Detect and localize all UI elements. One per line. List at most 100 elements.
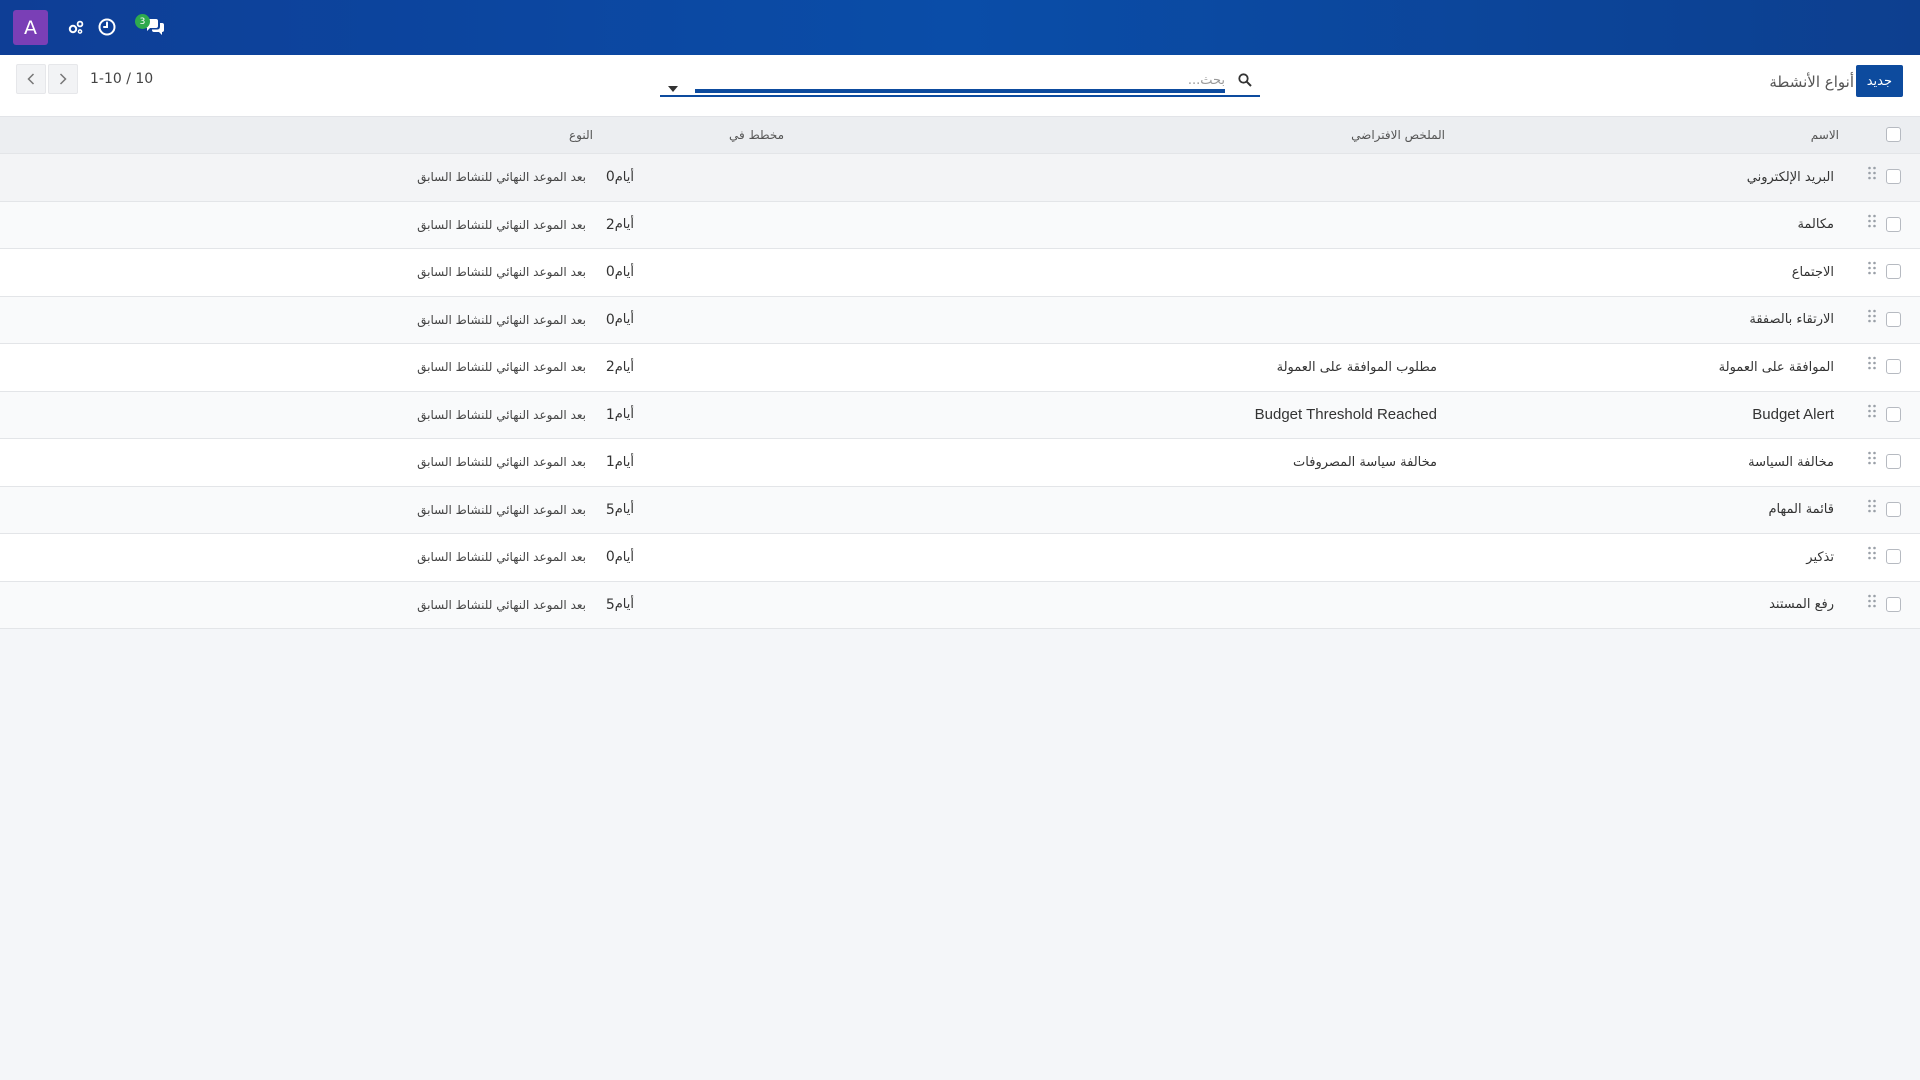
row-planned: 2 أيام <box>606 202 638 249</box>
clock-icon[interactable] <box>96 16 118 38</box>
messages-badge: 3 <box>135 14 150 29</box>
drag-handle-icon[interactable] <box>1868 308 1876 327</box>
row-name: الارتقاء بالصفقة <box>1749 312 1834 328</box>
row-planned: 5 أيام <box>606 487 638 534</box>
search-icon[interactable] <box>1238 72 1252 91</box>
row-type: بعد الموعد النهائي للنشاط السابق <box>417 360 586 375</box>
row-days-unit: أيام <box>614 312 634 328</box>
new-button[interactable]: جديد <box>1855 65 1903 97</box>
row-days-value: 0 <box>605 549 615 566</box>
row-name: تذكير <box>1806 549 1834 565</box>
pager-previous-button[interactable] <box>16 64 46 94</box>
drag-handle-icon[interactable] <box>1868 213 1876 232</box>
row-days-unit: أيام <box>614 454 634 470</box>
settings-icon[interactable] <box>65 16 87 38</box>
row-name: البريد الإلكتروني <box>1746 169 1834 185</box>
row-days-value: 0 <box>605 264 615 281</box>
table-row[interactable]: Budget Alert Budget Threshold Reached 1 أيا… <box>0 391 1920 439</box>
row-type: بعد الموعد النهائي للنشاط السابق <box>417 265 586 280</box>
row-name: Budget Alert <box>1752 406 1834 424</box>
row-days-value: 0 <box>605 311 615 328</box>
row-type: بعد الموعد النهائي للنشاط السابق <box>417 170 586 185</box>
chevron-left-icon <box>27 70 35 89</box>
row-type: بعد الموعد النهائي للنشاط السابق <box>417 312 586 327</box>
row-days-unit: أيام <box>614 549 634 565</box>
row-days-unit: أيام <box>614 597 634 613</box>
row-checkbox[interactable] <box>1886 216 1901 232</box>
row-checkbox[interactable] <box>1886 311 1901 327</box>
drag-handle-icon[interactable] <box>1868 165 1876 184</box>
table-row[interactable]: قائمة المهام 5 أيام بعد الموعد النهائي للنش… <box>0 486 1920 534</box>
row-days-unit: أيام <box>614 407 634 423</box>
row-days-value: 1 <box>605 406 615 423</box>
select-all-checkbox[interactable] <box>1886 127 1901 142</box>
table-row[interactable]: مكالمة 2 أيام بعد الموعد النهائي للنشاط الس… <box>0 201 1920 249</box>
row-planned: 2 أيام <box>606 344 638 391</box>
table-row[interactable]: رفع المستند 5 أيام بعد الموعد النهائي للنشا… <box>0 581 1920 629</box>
drag-handle-icon[interactable] <box>1868 260 1876 279</box>
table-header-row: الاسم الملخص الافتراضي مخطط في النوع <box>0 117 1920 154</box>
row-planned: 0 أيام <box>606 534 638 581</box>
row-type: بعد الموعد النهائي للنشاط السابق <box>417 597 586 612</box>
table-row[interactable]: مخالفة السياسة مخالفة سياسة المصروفات 1 أيا… <box>0 439 1920 487</box>
row-checkbox[interactable] <box>1886 454 1901 470</box>
row-checkbox[interactable] <box>1886 549 1901 565</box>
row-days-value: 2 <box>605 216 615 233</box>
row-planned: 0 أيام <box>606 297 638 344</box>
row-planned: 0 أيام <box>606 249 638 296</box>
row-name: الموافقة على العمولة <box>1718 359 1834 375</box>
row-planned: 1 أيام <box>606 439 638 486</box>
row-days-value: 0 <box>605 169 615 186</box>
search-dropdown-toggle[interactable] <box>668 77 678 96</box>
row-checkbox[interactable] <box>1886 596 1901 612</box>
row-name: مكالمة <box>1797 217 1834 233</box>
row-checkbox[interactable] <box>1886 406 1901 422</box>
row-checkbox[interactable] <box>1886 359 1901 375</box>
control-panel: جديد أنواع الأنشطة 1-10 / 10 <box>0 55 1920 117</box>
row-planned: 5 أيام <box>606 582 638 629</box>
row-checkbox[interactable] <box>1886 501 1901 517</box>
row-days-unit: أيام <box>614 169 634 185</box>
table-row[interactable]: الاجتماع 0 أيام بعد الموعد النهائي للنشاط ا… <box>0 249 1920 297</box>
row-summary: مطلوب الموافقة على العمولة <box>1276 359 1437 375</box>
table-row[interactable]: الارتقاء بالصفقة 0 أيام بعد الموعد النهائي … <box>0 296 1920 344</box>
row-checkbox[interactable] <box>1886 264 1901 280</box>
table-row[interactable]: تذكير 0 أيام بعد الموعد النهائي للنشاط السا… <box>0 534 1920 582</box>
row-type: بعد الموعد النهائي للنشاط السابق <box>417 217 586 232</box>
table-row[interactable]: البريد الإلكتروني 0 أيام بعد الموعد النهائي… <box>0 154 1920 202</box>
row-name: مخالفة السياسة <box>1748 454 1834 470</box>
row-days-value: 5 <box>605 596 615 613</box>
row-days-value: 2 <box>605 359 615 376</box>
drag-handle-icon[interactable] <box>1868 403 1876 422</box>
row-days-value: 5 <box>605 501 615 518</box>
row-checkbox[interactable] <box>1886 169 1901 185</box>
drag-handle-icon[interactable] <box>1868 355 1876 374</box>
column-header-name[interactable]: الاسم <box>1811 117 1839 153</box>
pager-value[interactable]: 1-10 / 10 <box>90 71 153 87</box>
search-focus-line <box>695 89 1225 93</box>
activity-types-table: الاسم الملخص الافتراضي مخطط في النوع الب… <box>0 117 1920 629</box>
drag-handle-icon[interactable] <box>1868 498 1876 517</box>
column-header-type[interactable]: النوع <box>569 117 593 153</box>
row-name: رفع المستند <box>1769 597 1834 613</box>
chevron-right-icon <box>59 70 67 89</box>
row-name: قائمة المهام <box>1768 502 1834 518</box>
search-bar <box>660 67 1260 97</box>
row-planned: 1 أيام <box>606 392 638 439</box>
row-planned: 0 أيام <box>606 154 638 201</box>
page-title: أنواع الأنشطة <box>1769 73 1854 91</box>
drag-handle-icon[interactable] <box>1868 450 1876 469</box>
row-name: الاجتماع <box>1791 264 1834 280</box>
drag-handle-icon[interactable] <box>1868 545 1876 564</box>
row-summary: مخالفة سياسة المصروفات <box>1293 454 1437 470</box>
row-summary: Budget Threshold Reached <box>1254 406 1437 424</box>
row-days-unit: أيام <box>614 217 634 233</box>
row-type: بعد الموعد النهائي للنشاط السابق <box>417 502 586 517</box>
row-type: بعد الموعد النهائي للنشاط السابق <box>417 407 586 422</box>
column-header-summary[interactable]: الملخص الافتراضي <box>1351 117 1445 153</box>
column-header-planned[interactable]: مخطط في <box>729 117 784 153</box>
user-avatar[interactable]: A <box>13 10 48 45</box>
pager-next-button[interactable] <box>48 64 78 94</box>
table-row[interactable]: الموافقة على العمولة مطلوب الموافقة على ا… <box>0 344 1920 392</box>
drag-handle-icon[interactable] <box>1868 593 1876 612</box>
